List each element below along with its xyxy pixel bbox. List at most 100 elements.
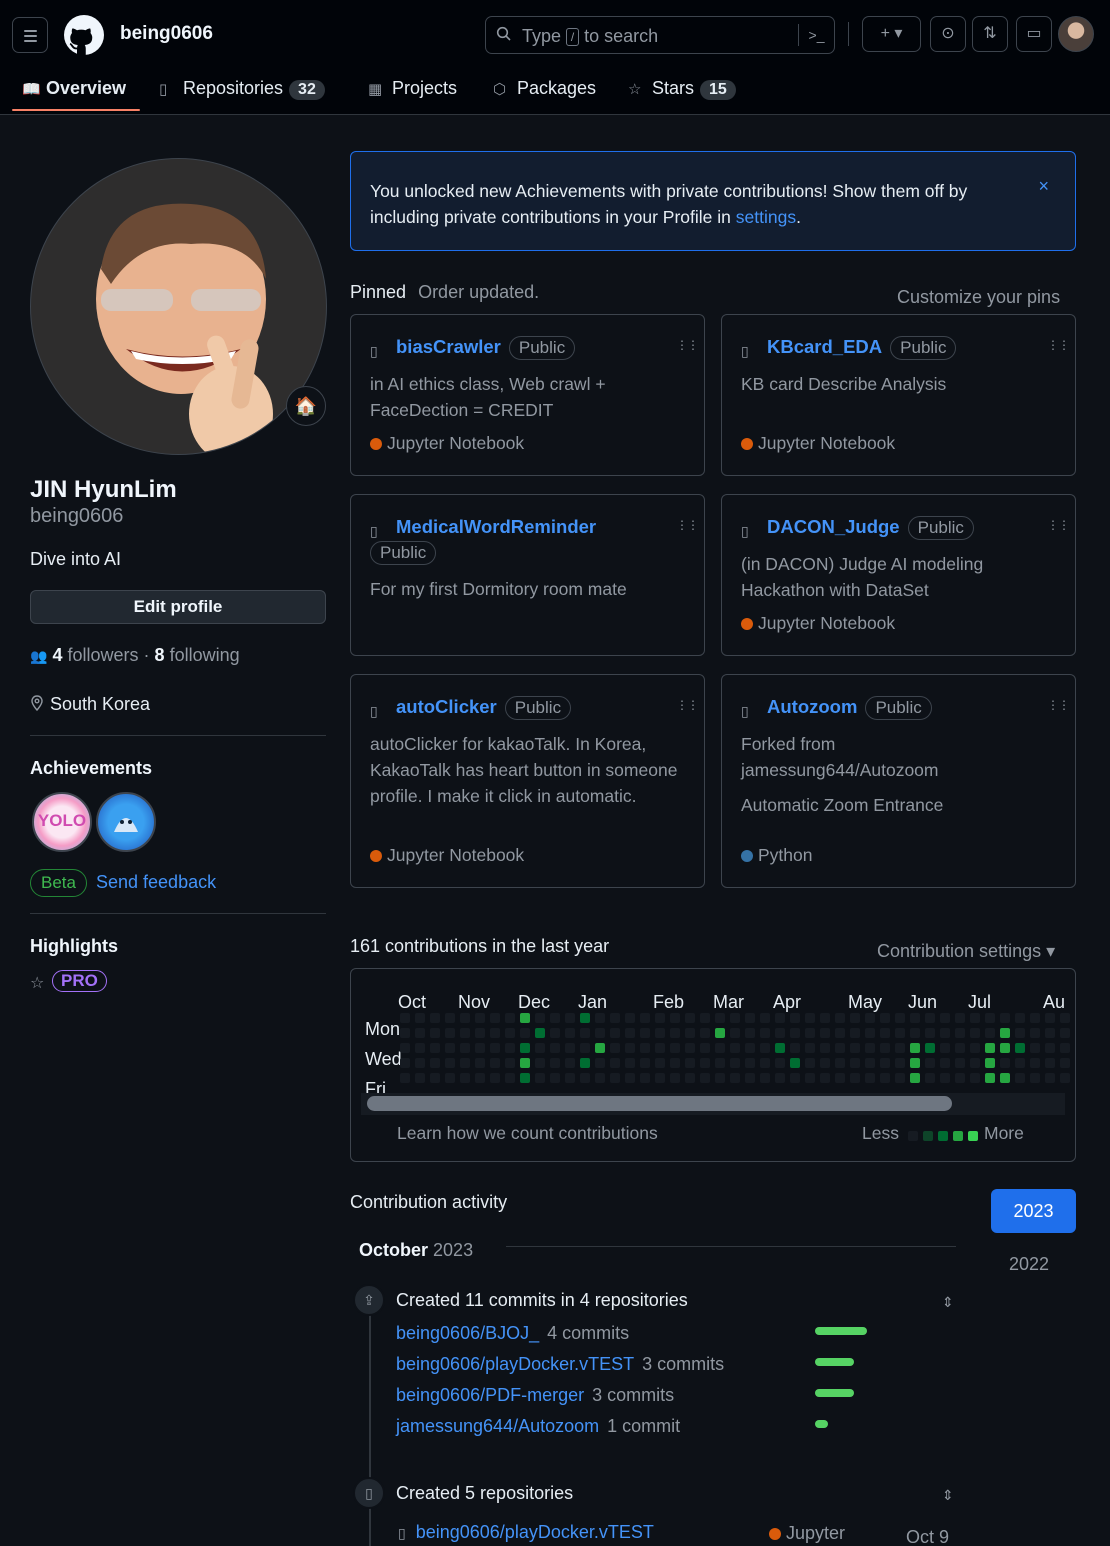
contribution-day-cell[interactable] (505, 1073, 515, 1083)
contribution-day-cell[interactable] (805, 1013, 815, 1023)
contribution-day-cell[interactable] (760, 1073, 770, 1083)
contribution-day-cell[interactable] (985, 1013, 995, 1023)
fold-icon[interactable]: ⇕ (942, 1487, 954, 1504)
learn-contributions-link[interactable]: Learn how we count contributions (397, 1123, 658, 1144)
contribution-day-cell[interactable] (760, 1058, 770, 1068)
contribution-day-cell[interactable] (955, 1028, 965, 1038)
contribution-day-cell[interactable] (760, 1013, 770, 1023)
contribution-day-cell[interactable] (430, 1073, 440, 1083)
contribution-day-cell[interactable] (580, 1028, 590, 1038)
contribution-day-cell[interactable] (805, 1073, 815, 1083)
drag-handle-icon[interactable]: ⋮⋮ (676, 339, 699, 351)
contribution-day-cell[interactable] (490, 1028, 500, 1038)
contribution-day-cell[interactable] (955, 1073, 965, 1083)
contribution-day-cell[interactable] (610, 1058, 620, 1068)
contribution-day-cell[interactable] (745, 1043, 755, 1053)
contribution-day-cell[interactable] (1060, 1013, 1070, 1023)
contribution-day-cell[interactable] (700, 1028, 710, 1038)
contribution-day-cell[interactable] (595, 1058, 605, 1068)
contribution-day-cell[interactable] (955, 1043, 965, 1053)
contribution-day-cell[interactable] (850, 1013, 860, 1023)
contribution-day-cell[interactable] (445, 1013, 455, 1023)
contribution-day-cell[interactable] (835, 1013, 845, 1023)
contribution-day-cell[interactable] (505, 1028, 515, 1038)
search-input[interactable]: Type / to search >_ (485, 16, 835, 54)
tab-packages[interactable]: ⬡ Packages (493, 78, 596, 99)
contribution-day-cell[interactable] (790, 1013, 800, 1023)
contribution-day-cell[interactable] (940, 1058, 950, 1068)
contribution-day-cell[interactable] (640, 1058, 650, 1068)
contribution-day-cell[interactable] (490, 1073, 500, 1083)
contribution-day-cell[interactable] (880, 1073, 890, 1083)
contribution-day-cell[interactable] (910, 1028, 920, 1038)
tab-overview[interactable]: 📖 Overview (22, 78, 126, 99)
contribution-day-cell[interactable] (685, 1013, 695, 1023)
contribution-day-cell[interactable] (910, 1043, 920, 1053)
contribution-day-cell[interactable] (1045, 1043, 1055, 1053)
contribution-day-cell[interactable] (910, 1013, 920, 1023)
contribution-day-cell[interactable] (445, 1028, 455, 1038)
contribution-day-cell[interactable] (745, 1073, 755, 1083)
commit-repo-link[interactable]: being0606/playDocker.vTEST (396, 1354, 634, 1374)
contribution-day-cell[interactable] (775, 1043, 785, 1053)
commit-repo-link[interactable]: being0606/PDF-merger (396, 1385, 584, 1405)
contribution-day-cell[interactable] (970, 1043, 980, 1053)
contribution-day-cell[interactable] (460, 1028, 470, 1038)
contribution-day-cell[interactable] (880, 1013, 890, 1023)
contribution-day-cell[interactable] (745, 1013, 755, 1023)
contribution-day-cell[interactable] (655, 1013, 665, 1023)
contribution-day-cell[interactable] (655, 1028, 665, 1038)
contribution-day-cell[interactable] (670, 1043, 680, 1053)
send-feedback-link[interactable]: Send feedback (96, 872, 216, 893)
contribution-day-cell[interactable] (595, 1028, 605, 1038)
drag-handle-icon[interactable]: ⋮⋮ (1047, 699, 1070, 711)
contribution-day-cell[interactable] (1000, 1028, 1010, 1038)
contribution-day-cell[interactable] (1015, 1043, 1025, 1053)
contribution-day-cell[interactable] (1000, 1058, 1010, 1068)
contribution-day-cell[interactable] (670, 1028, 680, 1038)
contribution-day-cell[interactable] (475, 1043, 485, 1053)
contribution-day-cell[interactable] (550, 1043, 560, 1053)
repo-name-link[interactable]: KBcard_EDA (767, 336, 882, 357)
contribution-day-cell[interactable] (760, 1043, 770, 1053)
contribution-day-cell[interactable] (655, 1043, 665, 1053)
contribution-day-cell[interactable] (985, 1043, 995, 1053)
repo-name-link[interactable]: biasCrawler (396, 336, 501, 357)
contribution-day-cell[interactable] (1015, 1013, 1025, 1023)
contribution-day-cell[interactable] (550, 1013, 560, 1023)
contribution-day-cell[interactable] (580, 1058, 590, 1068)
contribution-day-cell[interactable] (475, 1073, 485, 1083)
contribution-day-cell[interactable] (565, 1058, 575, 1068)
contribution-day-cell[interactable] (520, 1073, 530, 1083)
contribution-day-cell[interactable] (1030, 1073, 1040, 1083)
contribution-day-cell[interactable] (790, 1028, 800, 1038)
contribution-day-cell[interactable] (895, 1073, 905, 1083)
contribution-day-cell[interactable] (760, 1028, 770, 1038)
status-house-icon[interactable]: 🏠 (286, 386, 326, 426)
contribution-day-cell[interactable] (730, 1028, 740, 1038)
contribution-settings-dropdown[interactable]: Contribution settings ▾ (877, 941, 1055, 962)
contribution-day-cell[interactable] (730, 1043, 740, 1053)
contribution-day-cell[interactable] (580, 1043, 590, 1053)
contribution-day-cell[interactable] (565, 1073, 575, 1083)
contribution-day-cell[interactable] (550, 1058, 560, 1068)
contribution-day-cell[interactable] (1045, 1013, 1055, 1023)
contribution-day-cell[interactable] (445, 1073, 455, 1083)
contribution-day-cell[interactable] (775, 1058, 785, 1068)
contribution-day-cell[interactable] (640, 1043, 650, 1053)
contribution-day-cell[interactable] (910, 1058, 920, 1068)
contribution-day-cell[interactable] (730, 1058, 740, 1068)
followers-link[interactable]: 4 followers (52, 645, 138, 665)
contribution-day-cell[interactable] (925, 1013, 935, 1023)
contribution-day-cell[interactable] (1000, 1043, 1010, 1053)
contribution-day-cell[interactable] (850, 1043, 860, 1053)
year-2023-button[interactable]: 2023 (991, 1189, 1076, 1233)
contribution-day-cell[interactable] (535, 1013, 545, 1023)
close-icon[interactable]: × (1038, 176, 1049, 197)
contribution-day-cell[interactable] (565, 1043, 575, 1053)
contribution-day-cell[interactable] (925, 1028, 935, 1038)
contribution-day-cell[interactable] (1030, 1013, 1040, 1023)
contribution-day-cell[interactable] (925, 1058, 935, 1068)
contribution-day-cell[interactable] (490, 1013, 500, 1023)
contribution-day-cell[interactable] (940, 1013, 950, 1023)
